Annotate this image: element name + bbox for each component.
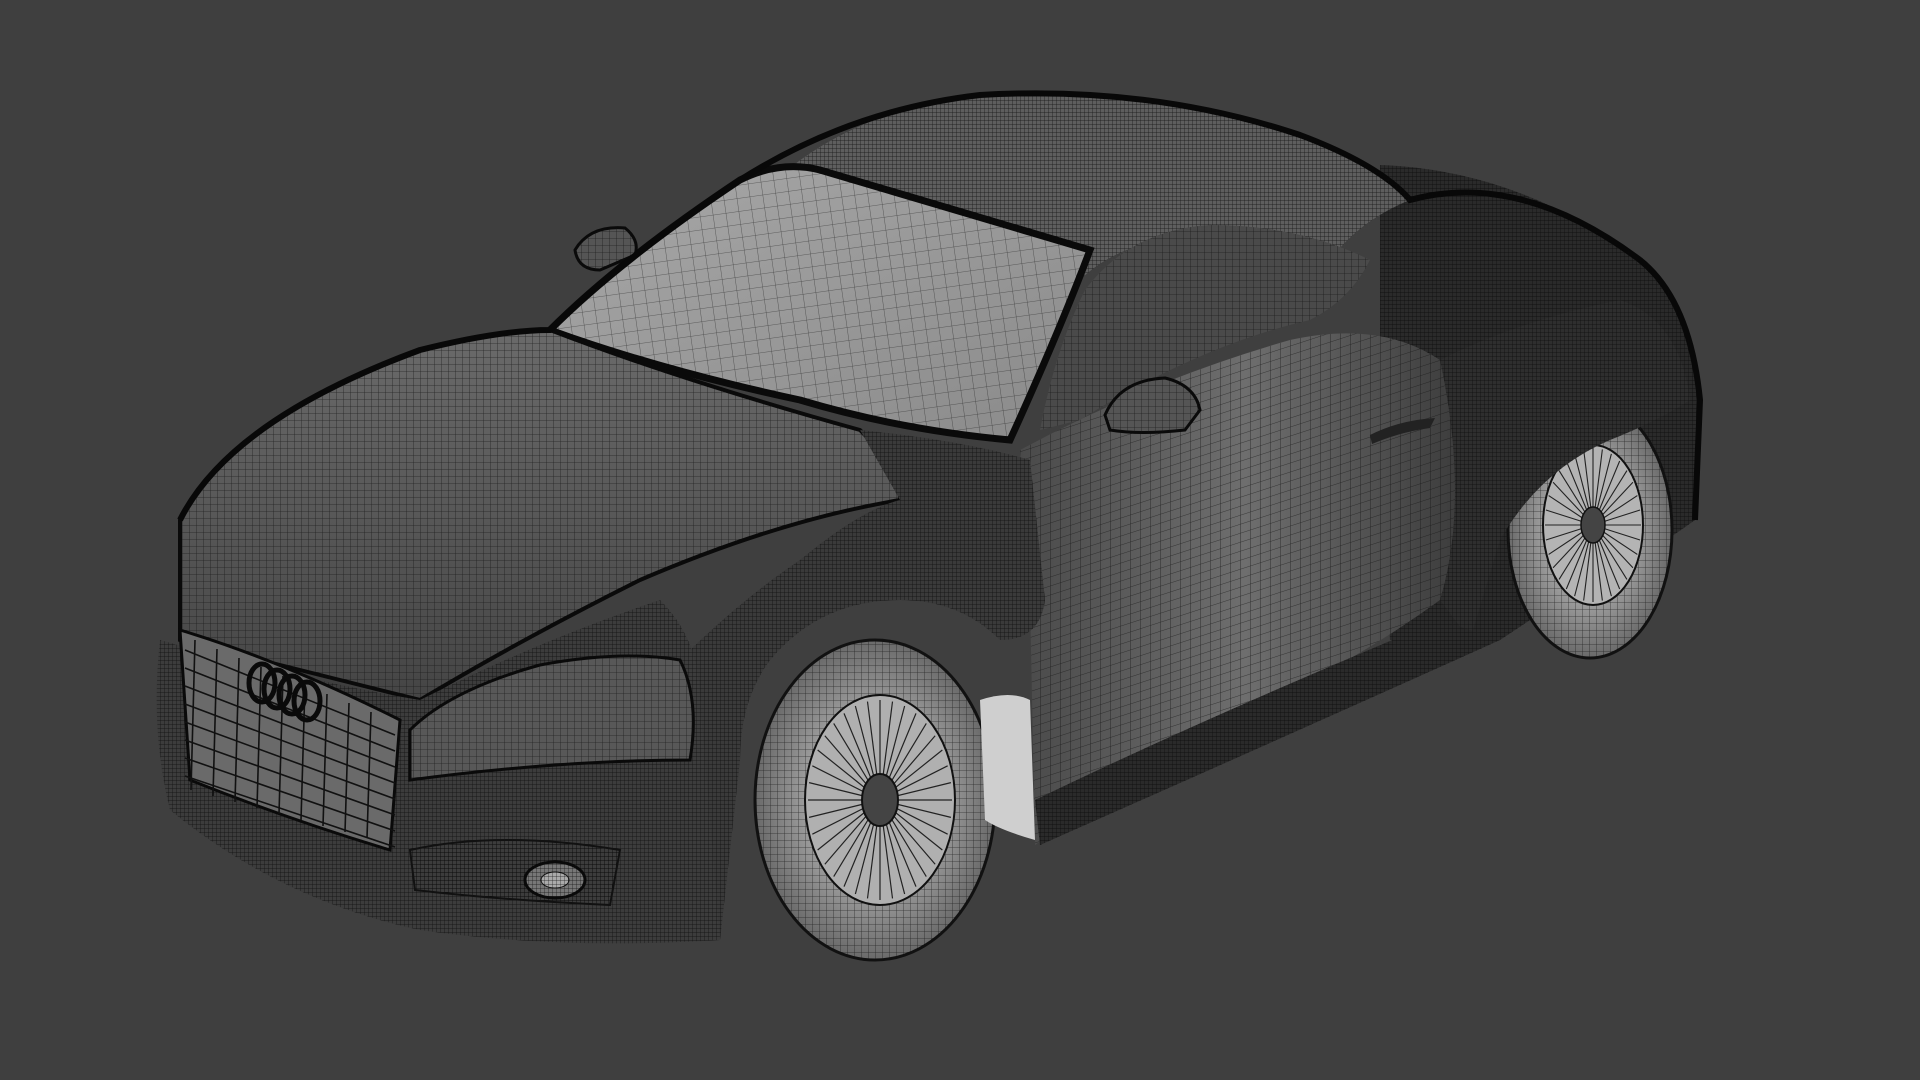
front-wheel xyxy=(753,638,997,962)
3d-viewport[interactable] xyxy=(0,0,1920,1080)
car-model[interactable] xyxy=(156,90,1704,962)
inner-wheel-arch xyxy=(980,695,1035,840)
viewport-canvas[interactable] xyxy=(0,0,1920,1080)
